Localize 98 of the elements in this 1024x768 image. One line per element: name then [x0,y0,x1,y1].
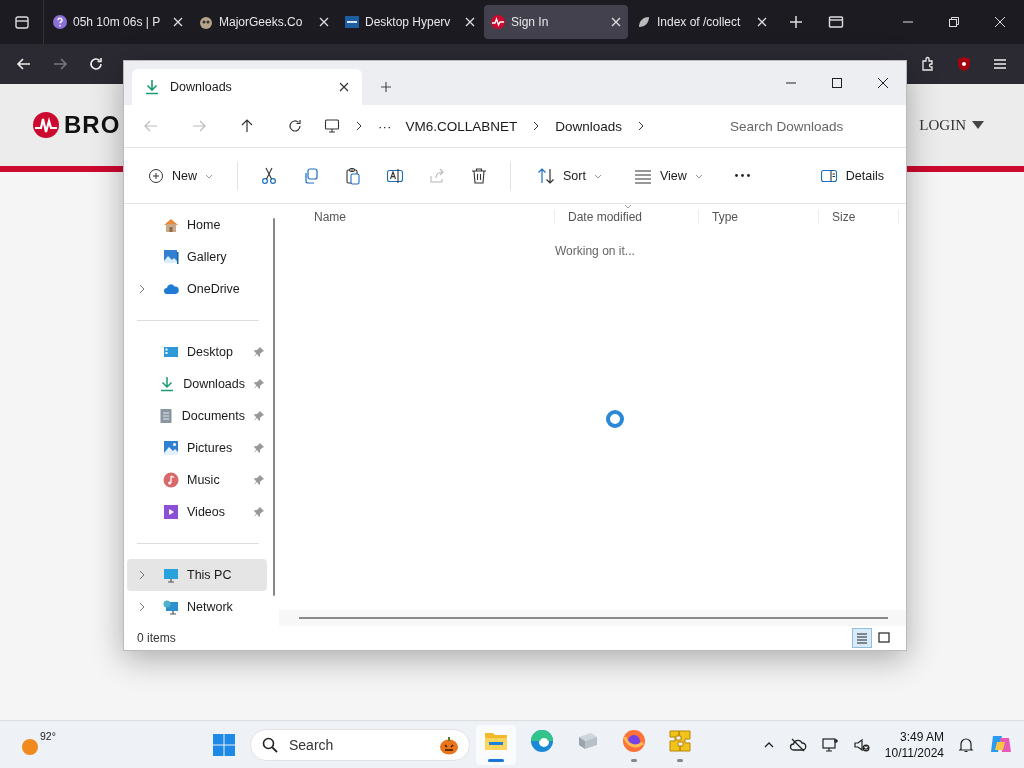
sidebar-item[interactable]: Home [127,209,267,241]
folder-app-icon[interactable] [476,724,516,765]
logo-text: BRO [64,111,121,139]
new-button[interactable]: New [138,161,225,190]
browser-tab[interactable]: MajorGeeks.Co [192,5,336,39]
picture-icon [163,440,179,456]
column-header[interactable]: Size [819,210,899,224]
item-count: 0 items [137,631,176,645]
mascot-icon [198,14,214,30]
network-icon[interactable] [820,735,839,754]
clock[interactable]: 3:49 AM 10/11/2024 [884,728,944,761]
scissors-icon [260,166,278,185]
sidebar-item[interactable]: Desktop [127,336,267,368]
sort-icon [537,166,555,185]
refresh-icon[interactable] [287,118,303,134]
pin-icon[interactable] [253,474,265,486]
sidebar-item[interactable]: Music [127,464,267,496]
window-icon[interactable] [828,14,844,30]
breadcrumb-overflow[interactable]: ··· [378,118,392,134]
window-tab[interactable]: Downloads [132,69,362,105]
list-icon [856,632,868,644]
breadcrumb-item[interactable]: VM6.COLLABNET [405,118,518,134]
share-icon [428,166,446,185]
clipboard-icon [344,166,362,185]
pin-icon[interactable] [253,442,265,454]
tab-list-icon[interactable] [13,14,30,30]
pin-icon[interactable] [253,506,265,518]
logo-icon [344,14,360,30]
rename-icon [386,166,404,185]
monitor-icon [324,118,340,134]
copy-icon [302,166,320,185]
loading-spinner-icon [605,409,625,429]
reload-icon[interactable] [88,56,104,72]
desktop-icon [163,344,179,360]
search-icon [262,736,278,753]
maximize-icon[interactable] [831,77,843,89]
sidebar-item[interactable]: This PC [127,559,267,591]
extensions-icon[interactable] [920,56,936,72]
sidebar-item[interactable]: Network [127,591,267,623]
caret-icon [972,121,984,129]
house-icon [163,217,179,233]
breadcrumb-item[interactable]: Downloads [555,118,623,134]
column-header[interactable]: Name [301,210,555,224]
pin-icon[interactable] [253,378,265,390]
back-icon[interactable] [16,56,32,72]
sidebar-item[interactable]: Pictures [127,432,267,464]
scrollbar-thumb[interactable] [299,617,888,619]
details-view-button[interactable] [852,628,872,648]
cloud-icon [163,281,179,297]
up-icon[interactable] [239,118,255,134]
sidebar-item[interactable]: Gallery [127,241,267,273]
browser-tab[interactable]: Index of /collect [630,5,774,39]
chevron-right-icon[interactable] [354,121,364,131]
music-note-icon [163,472,179,488]
browser-tab[interactable]: Desktop Hyperv [338,5,482,39]
pulse-icon [490,14,506,30]
address-bar[interactable]: ··· VM6.COLLABNET Downloads [312,110,702,142]
pin-icon[interactable] [253,410,265,422]
sidebar-item[interactable]: Downloads [127,368,267,400]
browser-tab[interactable]: 05h 10m 06s | P [46,5,190,39]
menu-icon[interactable] [992,56,1008,72]
computer-icon [163,567,179,583]
start-icon[interactable] [212,732,236,757]
clock-time: 3:49 AM [899,728,944,745]
question-icon [52,14,68,30]
trash-icon [470,166,488,185]
clock-date: 10/11/2024 [884,744,944,761]
weather-widget[interactable]: 92° [20,733,56,756]
column-header[interactable]: Date modified [555,210,699,224]
new-tab-icon[interactable] [380,81,392,93]
logo-icon [32,111,60,139]
download-icon [159,376,176,392]
bell-icon[interactable] [958,736,974,753]
sort-button[interactable]: Sort [527,160,612,191]
details-button[interactable]: Details [809,160,894,191]
sidebar-item[interactable]: OneDrive [127,273,267,305]
picture-icon [163,249,179,265]
taskbar-search-field[interactable]: Search [250,728,470,761]
pin-icon[interactable] [253,346,265,358]
login-link[interactable]: LOGIN [919,116,984,134]
plus-circle-icon [148,167,164,184]
column-header[interactable]: Type [699,210,819,224]
restore-icon[interactable] [948,16,960,28]
sidebar-item[interactable]: Documents [127,400,267,432]
close-icon[interactable] [877,77,889,89]
square-icon [878,632,890,644]
network-icon [163,599,179,615]
status-message: Working on it... [555,244,636,258]
leaf-icon [636,14,652,30]
close-icon[interactable] [338,81,350,93]
view-button[interactable]: View [623,160,713,191]
video-icon [163,504,179,520]
shield-icon[interactable] [956,56,972,72]
download-icon [144,79,160,95]
sidebar-item[interactable]: Videos [127,496,267,528]
browser-tab[interactable]: Sign In [484,5,628,39]
sort-indicator-icon [624,204,632,209]
more-icon [734,174,750,177]
